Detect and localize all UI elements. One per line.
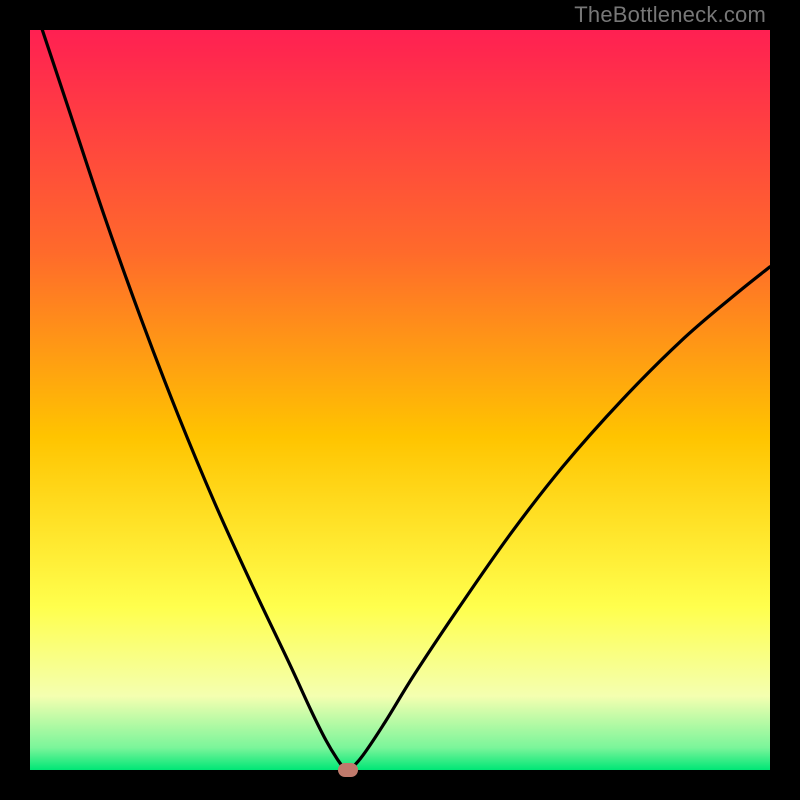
optimum-marker [338, 763, 358, 777]
plot-area [30, 30, 770, 770]
gradient-bg [30, 30, 770, 770]
chart-svg [30, 30, 770, 770]
chart-frame: TheBottleneck.com [0, 0, 800, 800]
watermark-text: TheBottleneck.com [574, 2, 766, 28]
